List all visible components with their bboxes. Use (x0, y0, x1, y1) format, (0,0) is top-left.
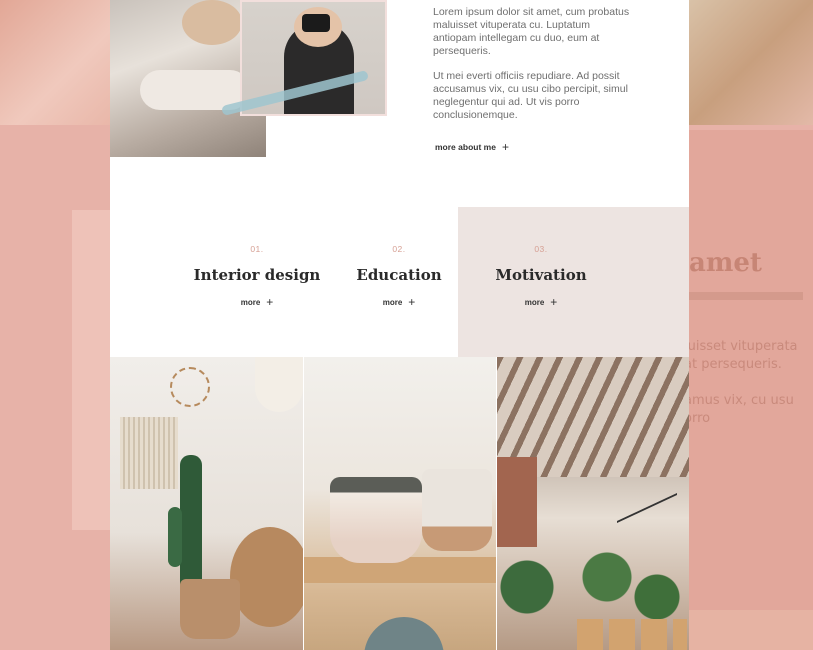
content-card: Lorem ipsum dolor sit amet, cum probatus… (110, 0, 689, 650)
background-text-line: amus vix, cu usu (684, 393, 794, 408)
brick-wall-shape (497, 457, 537, 547)
cactus-shape (168, 507, 182, 567)
camera-icon (302, 14, 330, 32)
intro-paragraph: Ut mei everti officiis repudiare. Ad pos… (433, 70, 628, 121)
plus-icon: + (408, 295, 416, 309)
feature-more-label: more (382, 297, 403, 307)
background-photo-lantern (0, 0, 110, 125)
rattan-chair-shape (230, 527, 303, 627)
background-text-line: luisset vituperata (684, 339, 798, 354)
feature-number: 03. (534, 244, 548, 254)
plant-pots-shape (577, 619, 687, 650)
background-rule (689, 292, 803, 300)
macrame-shape (120, 417, 178, 489)
photo-detail (182, 0, 242, 45)
background-text-line: orro (684, 411, 711, 426)
plus-icon: + (550, 295, 558, 309)
feature-interior-design: 01. Interior design more + (182, 244, 332, 308)
more-about-me-link[interactable]: more about me + (435, 141, 509, 153)
background-panel-left (72, 210, 112, 530)
background-text-line: at persequeris. (684, 357, 782, 372)
feature-more-label: more (240, 297, 261, 307)
gallery-image-boho-room[interactable] (110, 357, 303, 650)
sun-mirror-icon (170, 367, 210, 407)
feature-title: Interior design (193, 266, 321, 284)
feature-more-label: more (524, 297, 545, 307)
gallery-image-ceramic-mugs[interactable] (304, 357, 496, 650)
background-text: luisset vituperata at persequeris. amus … (684, 338, 812, 428)
about-intro: Lorem ipsum dolor sit amet, cum probatus… (433, 6, 633, 134)
feature-title: Motivation (495, 266, 587, 284)
gallery-image-plant-cafe[interactable] (497, 357, 689, 650)
background-heading: amet (689, 248, 762, 278)
background-photo-plants (689, 0, 813, 125)
feature-more-link[interactable]: more + (324, 296, 474, 308)
more-about-me-label: more about me (435, 142, 496, 152)
mug-shape (330, 477, 422, 563)
feature-motivation: 03. Motivation more + (466, 244, 616, 308)
plus-icon: + (501, 140, 509, 154)
feature-title: Education (356, 266, 442, 284)
feature-more-link[interactable]: more + (466, 296, 616, 308)
feature-more-link[interactable]: more + (182, 296, 332, 308)
intro-paragraph: Lorem ipsum dolor sit amet, cum probatus… (433, 6, 630, 57)
basket-pot-shape (180, 579, 240, 639)
feature-number: 02. (392, 244, 406, 254)
plus-icon: + (266, 295, 274, 309)
feature-number: 01. (250, 244, 264, 254)
feature-education: 02. Education more + (324, 244, 474, 308)
background-photo-bottom (689, 610, 813, 650)
mug-shape (422, 469, 492, 551)
mug-shape (364, 617, 444, 650)
lamp-shape (255, 357, 303, 412)
